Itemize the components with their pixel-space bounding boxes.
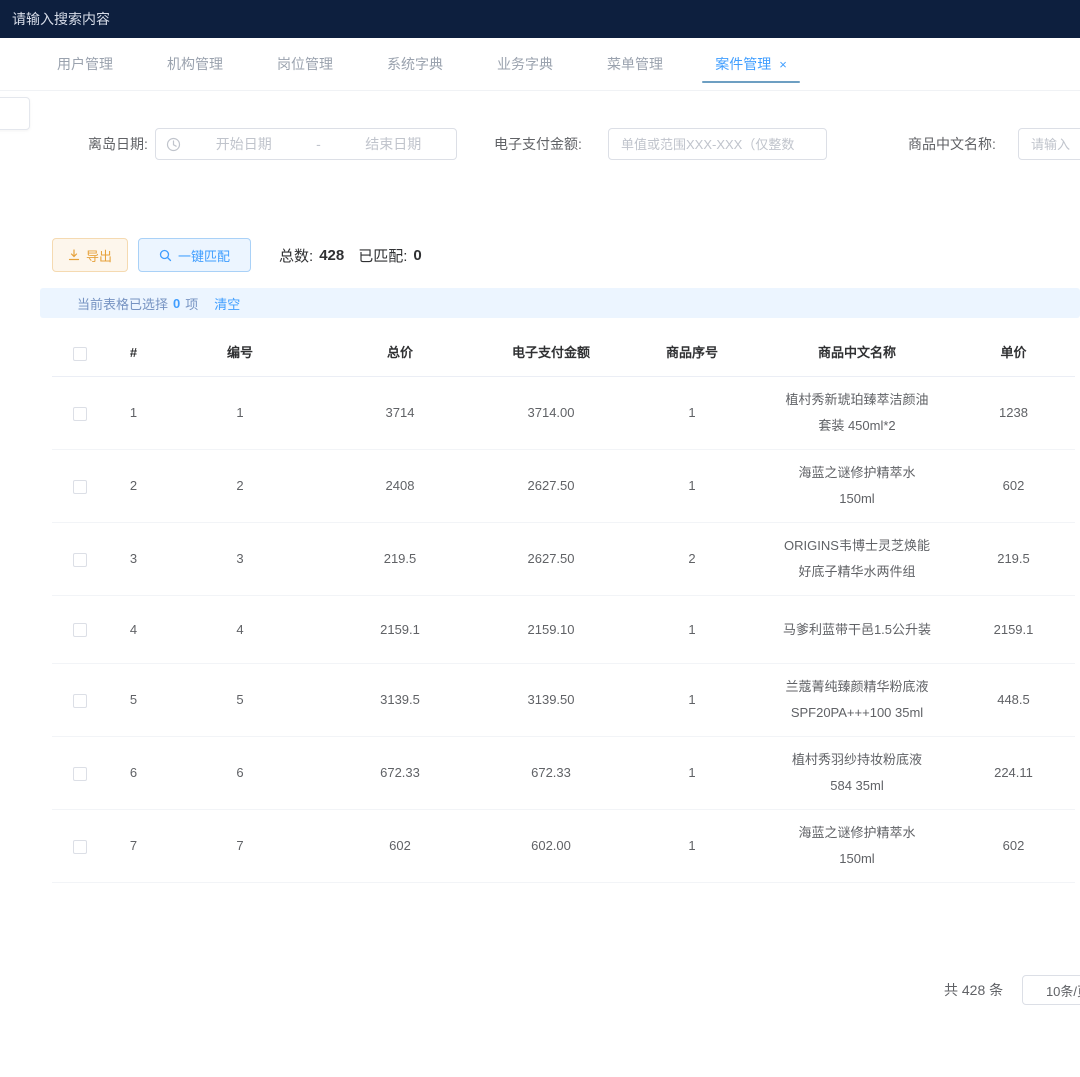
product-name-label: 商品中文名称: — [908, 127, 996, 161]
row-checkbox[interactable] — [73, 623, 87, 637]
matched-label: 已匹配: — [358, 245, 407, 266]
tab-system-dict[interactable]: 系统字典 — [360, 38, 470, 90]
table-row: 8 8 1233.47 1233.47 1 卡诗菁纯亮泽经典香氛 410.43 — [52, 883, 1075, 906]
sidebar-toggle[interactable] — [0, 97, 30, 130]
table-header-row: # 编号 总价 电子支付金额 商品序号 商品中文名称 单价 — [52, 330, 1075, 377]
table-row: 2 2 2408 2627.50 1 海蓝之谜修护精萃水 150ml 602 — [52, 450, 1075, 523]
clear-selection-link[interactable]: 清空 — [214, 294, 240, 313]
table-row: 5 5 3139.5 3139.50 1 兰蔻菁纯臻颜精华粉底液SPF20PA+… — [52, 664, 1075, 737]
table-row: 7 7 602 602.00 1 海蓝之谜修护精萃水 150ml 602 — [52, 810, 1075, 883]
case-table: # 编号 总价 电子支付金额 商品序号 商品中文名称 单价 1 1 3714 3… — [52, 330, 1080, 906]
row-checkbox[interactable] — [73, 553, 87, 567]
filter-row: 离岛日期: 开始日期 - 结束日期 电子支付金额: 商品中文名称: — [0, 127, 1080, 161]
page-size-value: 10条/页 — [1046, 981, 1080, 1000]
tab-business-dict[interactable]: 业务字典 — [470, 38, 580, 90]
col-header-total: 总价 — [320, 334, 480, 372]
one-key-match-button[interactable]: 一键匹配 — [138, 238, 251, 272]
one-key-match-label: 一键匹配 — [178, 246, 230, 265]
tab-post-management[interactable]: 岗位管理 — [250, 38, 360, 90]
page-size-select[interactable]: 10条/页 — [1022, 975, 1080, 1005]
export-button[interactable]: 导出 — [52, 238, 128, 272]
pagination: 共 428 条 10条/页 — [0, 975, 1080, 1005]
payment-amount-label: 电子支付金额: — [494, 127, 582, 161]
selection-prefix: 当前表格已选择 — [77, 294, 168, 313]
tab-org-management[interactable]: 机构管理 — [140, 38, 250, 90]
table-row: 4 4 2159.1 2159.10 1 马爹利蓝带干邑1.5公升装 2159.… — [52, 596, 1075, 664]
date-range-separator: - — [307, 136, 331, 152]
tab-case-management[interactable]: 案件管理 × — [690, 38, 812, 90]
select-all-checkbox[interactable] — [73, 347, 87, 361]
tab-menu-management[interactable]: 菜单管理 — [580, 38, 690, 90]
clock-icon — [166, 137, 181, 152]
toolbar: 导出 一键匹配 总数: 428 已匹配: 0 — [52, 238, 422, 272]
col-header-index: # — [107, 334, 160, 372]
col-header-code: 编号 — [160, 334, 320, 372]
match-stats: 总数: 428 已匹配: 0 — [279, 245, 422, 266]
close-icon[interactable]: × — [779, 57, 787, 72]
row-checkbox[interactable] — [73, 767, 87, 781]
date-range-label: 离岛日期: — [88, 127, 148, 161]
row-checkbox[interactable] — [73, 694, 87, 708]
selection-suffix: 项 — [185, 294, 198, 313]
row-checkbox[interactable] — [73, 480, 87, 494]
table-row: 3 3 219.5 2627.50 2 ORIGINS韦博士灵芝焕能好底子精华水… — [52, 523, 1075, 596]
product-name-input[interactable] — [1018, 128, 1080, 160]
date-range-picker[interactable]: 开始日期 - 结束日期 — [155, 128, 457, 160]
selection-count: 0 — [173, 296, 180, 311]
row-checkbox[interactable] — [73, 840, 87, 854]
col-header-payment: 电子支付金额 — [480, 334, 622, 372]
top-navbar: 请输入搜索内容 — [0, 0, 1080, 38]
tab-user-management[interactable]: 用户管理 — [30, 38, 140, 90]
export-button-label: 导出 — [86, 246, 112, 265]
total-label: 总数: — [279, 245, 313, 266]
col-header-seq: 商品序号 — [622, 334, 762, 372]
row-checkbox[interactable] — [73, 407, 87, 421]
download-icon — [68, 249, 80, 261]
pagination-total: 共 428 条 — [944, 975, 1003, 1005]
global-search-input[interactable]: 请输入搜索内容 — [12, 9, 110, 29]
end-date-input[interactable]: 结束日期 — [331, 134, 457, 154]
selection-bar: 当前表格已选择 0 项 清空 — [40, 288, 1080, 318]
col-header-name: 商品中文名称 — [762, 330, 952, 376]
search-icon — [159, 249, 172, 262]
tab-bar: 用户管理 机构管理 岗位管理 系统字典 业务字典 菜单管理 案件管理 × — [0, 38, 1080, 91]
start-date-input[interactable]: 开始日期 — [181, 134, 307, 154]
matched-value: 0 — [413, 247, 421, 264]
total-value: 428 — [319, 247, 344, 264]
table-row: 6 6 672.33 672.33 1 植村秀羽纱持妆粉底液 584 35ml … — [52, 737, 1075, 810]
col-header-unit: 单价 — [952, 334, 1075, 372]
payment-amount-input[interactable] — [608, 128, 827, 160]
table-row: 1 1 3714 3714.00 1 植村秀新琥珀臻萃洁颜油套装 450ml*2… — [52, 377, 1075, 450]
